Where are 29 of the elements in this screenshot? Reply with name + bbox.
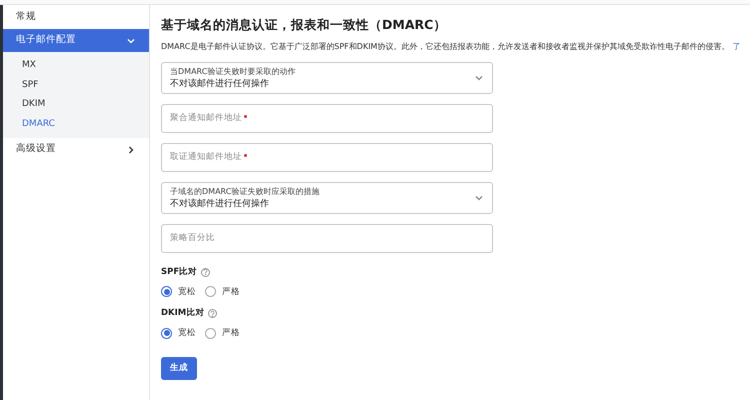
radio-option[interactable]: 宽松 — [161, 327, 196, 340]
field-label: 子域名的DMARC验证失败时应采取的措施 — [170, 186, 320, 198]
input-field[interactable]: 取证通知邮件地址 — [161, 142, 493, 172]
page-title: 基于域名的消息认证，报表和一致性（DMARC） — [161, 16, 448, 34]
group-label: DKIM比对 — [161, 307, 204, 320]
generate-button[interactable]: 生成 — [161, 356, 197, 380]
sidebar-subitem[interactable]: DKIM — [3, 95, 149, 114]
input-field[interactable]: 策略百分比 — [161, 224, 493, 253]
chevron-right-icon — [126, 144, 136, 154]
sidebar-item[interactable]: 常规 — [3, 6, 149, 29]
sidebar-item[interactable]: 电子邮件配置 — [3, 29, 149, 52]
sidebar-item[interactable]: 高级设置 — [3, 138, 149, 161]
select-field[interactable]: 当DMARC验证失败时要采取的动作 不对该邮件进行任何操作 — [161, 62, 493, 94]
group-label: SPF比对 — [161, 266, 198, 278]
sidebar-subitem[interactable]: DMARC — [3, 114, 149, 134]
help-icon[interactable] — [201, 268, 210, 277]
field-label: 当DMARC验证失败时要采取的动作 — [170, 66, 296, 78]
radio-option[interactable]: 宽松 — [161, 286, 196, 298]
field-value: 不对该邮件进行任何操作 — [170, 78, 270, 90]
radio-option[interactable]: 严格 — [205, 286, 240, 298]
sidebar-subitem[interactable]: SPF — [3, 76, 149, 95]
description-text: DMARC是电子邮件认证协议。它基于广泛部署的SPF和DKIM协议。此外，它还包括报表功能，允许发送者和接收者监视并保护其域免受欺诈性电子邮件的侵害。 — [161, 40, 730, 53]
radio-option[interactable]: 严格 — [205, 327, 240, 340]
field-value: 不对该邮件进行任何操作 — [170, 198, 270, 210]
input-field[interactable]: 聚合通知邮件地址 — [161, 104, 493, 133]
sidebar-subitem[interactable]: MX — [3, 56, 149, 76]
select-field[interactable]: 子域名的DMARC验证失败时应采取的措施 不对该邮件进行任何操作 — [161, 182, 493, 214]
help-icon[interactable] — [208, 309, 218, 318]
learn-more-link[interactable]: 了 — [732, 40, 740, 53]
